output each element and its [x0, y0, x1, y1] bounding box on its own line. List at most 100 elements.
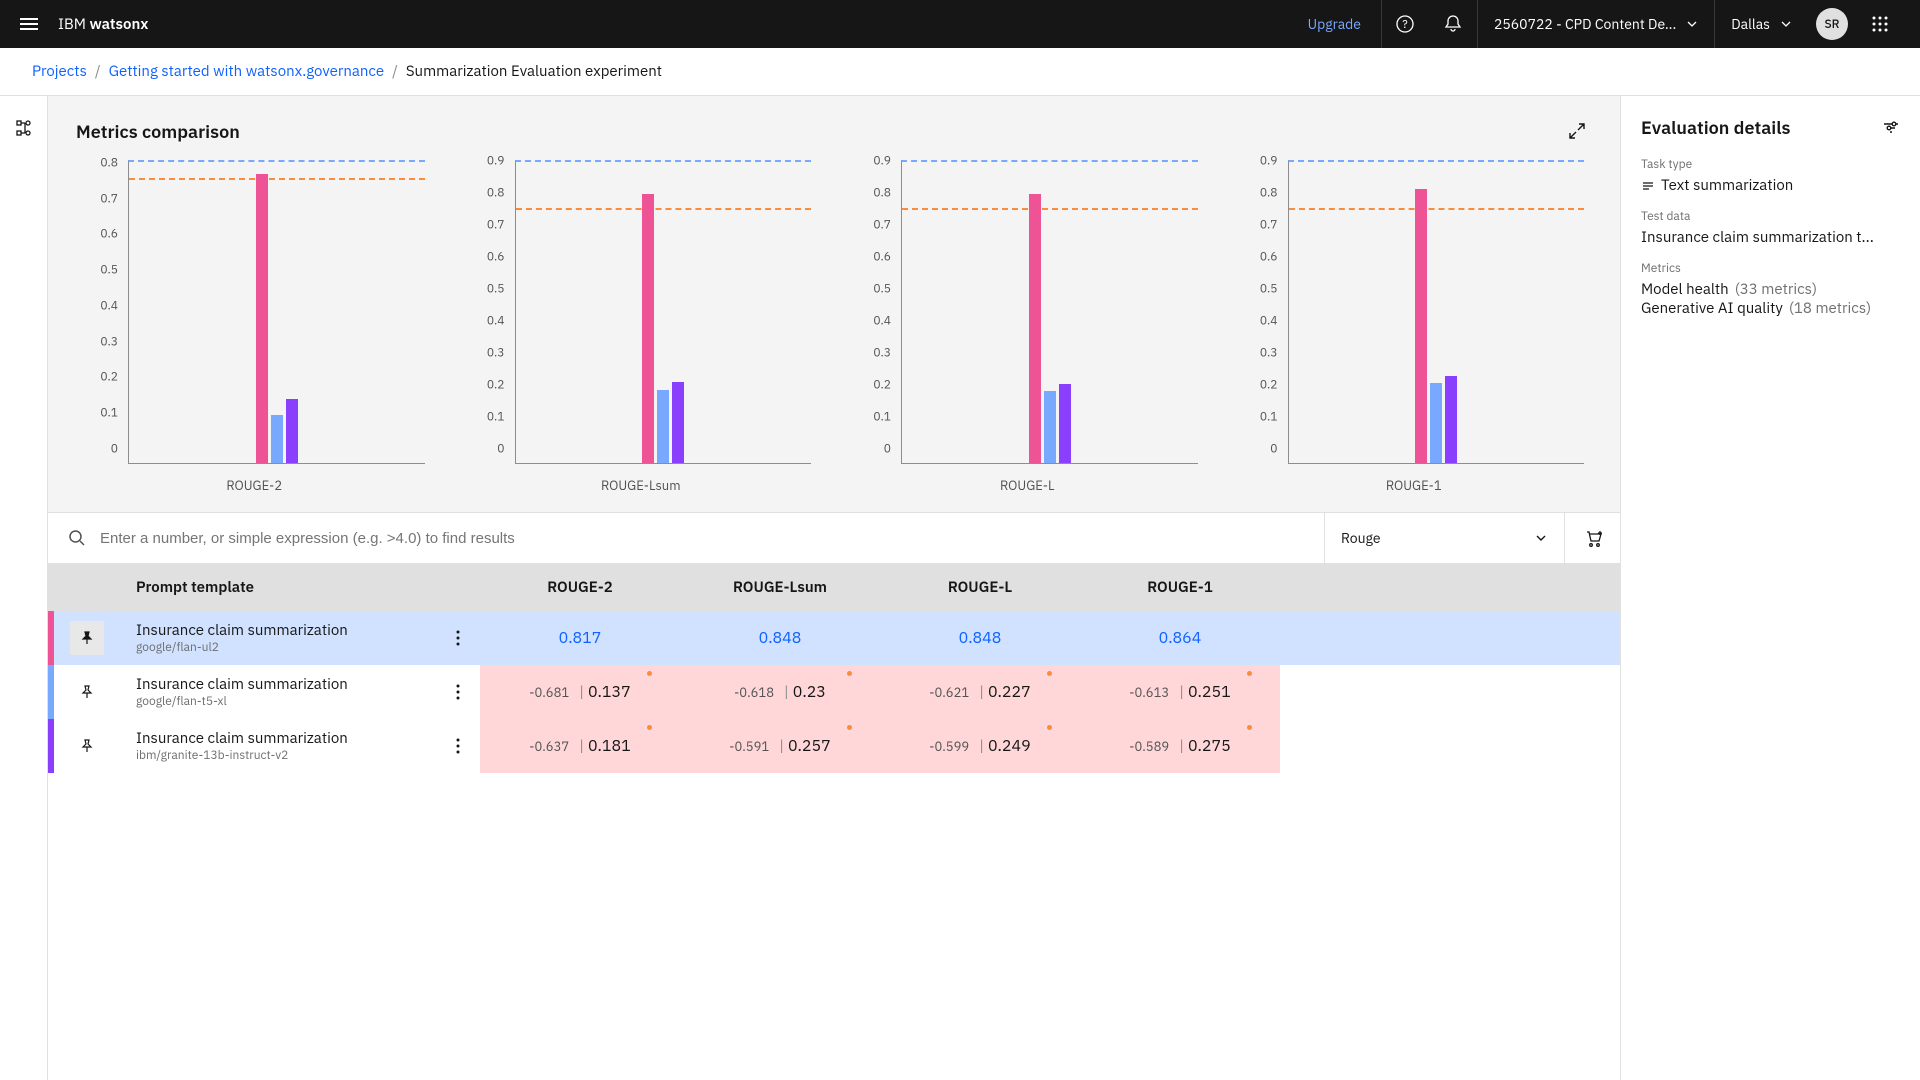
chart-xlabel: ROUGE-2	[76, 477, 433, 494]
metric-cell[interactable]: 0.848	[880, 611, 1080, 665]
region-name: Dallas	[1731, 15, 1770, 33]
alert-dot	[1047, 725, 1052, 730]
notifications-icon[interactable]	[1429, 0, 1477, 48]
metric-group-name: Model health	[1641, 280, 1729, 299]
alert-dot	[847, 671, 852, 676]
pin-cell	[54, 719, 120, 773]
metric-cell[interactable]: -0.599|0.249	[880, 719, 1080, 773]
prompt-template-cell: Insurance claim summarizationgoogle/flan…	[120, 665, 440, 719]
breadcrumb-sep: /	[87, 62, 109, 81]
pin-button[interactable]	[70, 675, 104, 709]
y-tick: 0.3	[1260, 346, 1278, 361]
chart[interactable]: 00.10.20.30.40.50.60.70.80.9ROUGE-Lsum	[463, 156, 820, 496]
chart-bar[interactable]	[1044, 391, 1056, 463]
chart-bar[interactable]	[642, 194, 654, 463]
pin-button[interactable]	[70, 621, 104, 655]
metric-value: 0.227	[988, 682, 1031, 702]
overflow-menu-icon[interactable]	[456, 684, 464, 700]
expand-button[interactable]	[1562, 116, 1592, 146]
task-type-value: Text summarization	[1661, 176, 1793, 195]
chart-bar[interactable]	[1029, 194, 1041, 463]
overflow-menu-icon[interactable]	[456, 630, 464, 646]
metric-group-name: Generative AI quality	[1641, 299, 1783, 318]
chart-bar[interactable]	[1430, 383, 1442, 463]
main-content: Metrics comparison 00.10.20.30.40.50.60.…	[48, 96, 1620, 1080]
metric-group-dropdown[interactable]: Rouge	[1324, 513, 1564, 563]
y-tick: 0.4	[1260, 314, 1278, 329]
user-avatar[interactable]: SR	[1808, 0, 1856, 48]
table-row[interactable]: Insurance claim summarizationgoogle/flan…	[48, 665, 1620, 719]
metric-cell[interactable]: 0.848	[680, 611, 880, 665]
y-tick: 0	[884, 442, 891, 457]
alert-dot	[1247, 671, 1252, 676]
chart-bar[interactable]	[1415, 189, 1427, 463]
filter-icon[interactable]	[1882, 119, 1900, 137]
th-rouge-lsum[interactable]: ROUGE-Lsum	[680, 564, 880, 611]
chart[interactable]: 00.10.20.30.40.50.60.70.80.9ROUGE-L	[849, 156, 1206, 496]
metric-cell[interactable]: -0.621|0.227	[880, 665, 1080, 719]
row-menu-cell	[440, 719, 480, 773]
th-rouge-l[interactable]: ROUGE-L	[880, 564, 1080, 611]
y-tick: 0.5	[487, 282, 505, 297]
table-row[interactable]: Insurance claim summarizationibm/granite…	[48, 719, 1620, 773]
overflow-menu-icon[interactable]	[456, 738, 464, 754]
y-tick: 0.5	[1260, 282, 1278, 297]
y-tick: 0.8	[487, 186, 505, 201]
metric-value: 0.249	[988, 736, 1031, 756]
chart[interactable]: 00.10.20.30.40.50.60.70.80.9ROUGE-1	[1236, 156, 1593, 496]
y-tick: 0	[111, 442, 118, 457]
breadcrumb-link-projects[interactable]: Projects	[32, 62, 87, 81]
th-rouge-1[interactable]: ROUGE-1	[1080, 564, 1280, 611]
search-input[interactable]	[100, 530, 1304, 547]
metric-cell[interactable]: -0.681|0.137	[480, 665, 680, 719]
th-rouge-2[interactable]: ROUGE-2	[480, 564, 680, 611]
y-tick: 0	[1270, 442, 1277, 457]
left-rail	[0, 96, 48, 1080]
metric-cell[interactable]: -0.589|0.275	[1080, 719, 1280, 773]
brand-prefix: IBM	[58, 15, 90, 34]
spacer	[1280, 611, 1620, 665]
metric-cell[interactable]: 0.817	[480, 611, 680, 665]
chart-bar[interactable]	[1059, 384, 1071, 463]
chart-xlabel: ROUGE-Lsum	[463, 477, 820, 494]
workspace-name: 2560722 - CPD Content De...	[1494, 15, 1676, 33]
chevron-down-icon	[1780, 18, 1792, 30]
help-icon[interactable]: ?	[1381, 0, 1429, 48]
chart-bar[interactable]	[1445, 376, 1457, 463]
y-tick: 0.6	[1260, 250, 1278, 265]
metric-cell[interactable]: -0.591|0.257	[680, 719, 880, 773]
breadcrumb-link-project[interactable]: Getting started with watsonx.governance	[109, 62, 384, 81]
chart-settings-button[interactable]	[1564, 513, 1620, 563]
workspace-selector[interactable]: 2560722 - CPD Content De...	[1477, 0, 1714, 48]
region-selector[interactable]: Dallas	[1714, 0, 1808, 48]
metric-delta: -0.681	[529, 684, 569, 701]
upgrade-link[interactable]: Upgrade	[1288, 15, 1381, 33]
chart-bar[interactable]	[271, 415, 283, 464]
metric-cell[interactable]: -0.618|0.23	[680, 665, 880, 719]
app-switcher-icon[interactable]	[1856, 0, 1904, 48]
chart[interactable]: 00.10.20.30.40.50.60.70.8ROUGE-2	[76, 156, 433, 496]
y-tick: 0.4	[100, 298, 118, 313]
y-tick: 0.2	[100, 370, 118, 385]
chart-bar[interactable]	[256, 174, 268, 463]
y-tick: 0.6	[100, 227, 118, 242]
metric-cell[interactable]: 0.864	[1080, 611, 1280, 665]
pin-button[interactable]	[70, 729, 104, 763]
chart-bar[interactable]	[286, 399, 298, 463]
y-tick: 0.7	[487, 218, 505, 233]
y-tick: 0.8	[1260, 186, 1278, 201]
table-row[interactable]: Insurance claim summarizationgoogle/flan…	[48, 611, 1620, 665]
metric-cell[interactable]: -0.613|0.251	[1080, 665, 1280, 719]
dropdown-selected: Rouge	[1341, 529, 1381, 547]
chart-bar[interactable]	[672, 382, 684, 463]
th-prompt-template[interactable]: Prompt template	[120, 564, 440, 611]
pin-cell	[54, 611, 120, 665]
y-tick: 0.6	[487, 250, 505, 265]
y-tick: 0.5	[873, 282, 891, 297]
y-tick: 0.5	[100, 263, 118, 278]
tree-view-icon[interactable]	[8, 112, 40, 144]
menu-icon[interactable]	[16, 14, 42, 34]
metric-cell[interactable]: -0.637|0.181	[480, 719, 680, 773]
chart-bar[interactable]	[657, 390, 669, 463]
metric-value: 0.275	[1188, 736, 1231, 756]
